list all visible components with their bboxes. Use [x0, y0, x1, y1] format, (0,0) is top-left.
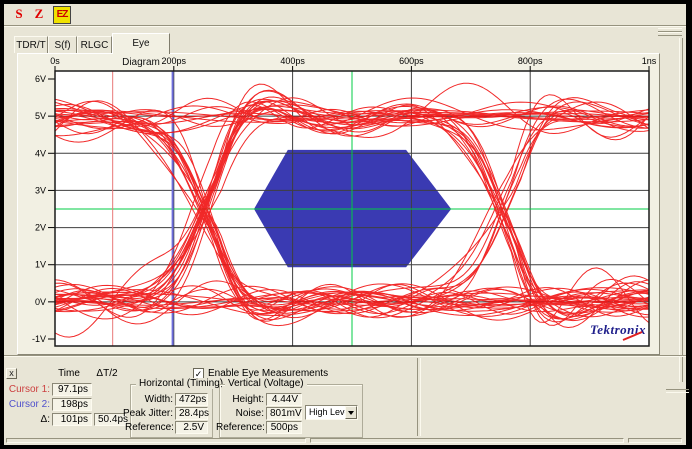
splitter-end-mark	[666, 389, 689, 393]
width-label: Width:	[132, 394, 173, 405]
tab-eye-diagram[interactable]: Eye Diagram	[112, 33, 170, 54]
svg-text:0V: 0V	[35, 297, 46, 307]
chevron-down-icon	[348, 411, 354, 415]
panel-vertical-divider	[417, 358, 421, 436]
svg-text:1ns: 1ns	[642, 56, 657, 66]
status-bar	[4, 437, 686, 445]
v-reference-label: Reference:	[216, 422, 264, 433]
svg-text:-1V: -1V	[32, 334, 46, 344]
svg-text:600ps: 600ps	[399, 56, 424, 66]
tab-tdr-t[interactable]: TDR/T	[14, 36, 48, 53]
peak-jitter-field: 28.4ps	[175, 407, 208, 420]
vertical-voltage-title: Vertical (Voltage)	[225, 378, 307, 389]
delta-label: Δ:	[8, 414, 50, 425]
height-label: Height:	[221, 394, 264, 405]
status-segment	[6, 438, 306, 443]
noise-level-dropdown[interactable]: High Level	[305, 405, 358, 420]
noise-field: 801mV	[266, 407, 302, 420]
measurement-panel-divider	[4, 355, 686, 356]
eye-z-tool-icon[interactable]: EZ	[53, 6, 71, 24]
cursor2-label: Cursor 2:	[8, 399, 50, 410]
eye-plot-svg: 0s 200ps 400ps 600ps 800ps 1ns 6V 5V 4V 3V 2V 1V 0V -…	[18, 54, 659, 354]
svg-text:800ps: 800ps	[518, 56, 543, 66]
eye-diagram-app-window: { "toolbar": { "buttons": [ { "label": "…	[0, 0, 692, 449]
svg-text:5V: 5V	[35, 111, 46, 121]
svg-text:200ps: 200ps	[162, 56, 187, 66]
horizontal-timing-title: Horizontal (Timing)	[136, 378, 226, 389]
vertical-splitter-bar[interactable]	[679, 38, 683, 382]
app-window: S Z EZ TDR/T S(f) RLGC Eye Diagram 0s 200…	[4, 4, 686, 445]
svg-text:2V: 2V	[35, 223, 46, 233]
svg-text:4V: 4V	[35, 148, 46, 158]
column-header-delta-t-half: ΔT/2	[88, 368, 126, 379]
width-field: 472ps	[175, 393, 208, 406]
noise-label: Noise:	[221, 408, 264, 419]
svg-text:400ps: 400ps	[280, 56, 305, 66]
eye-diagram-plot-panel[interactable]: 0s 200ps 400ps 600ps 800ps 1ns 6V 5V 4V 3V 2V 1V 0V -…	[17, 53, 660, 355]
tab-s-f[interactable]: S(f)	[48, 36, 77, 53]
h-reference-field: 2.5V	[175, 421, 208, 434]
peak-jitter-label: Peak Jitter:	[117, 408, 173, 419]
v-reference-field: 500ps	[266, 421, 302, 434]
dropdown-arrow-button[interactable]	[345, 406, 357, 419]
column-header-time: Time	[50, 368, 88, 379]
tab-strip: TDR/T S(f) RLGC Eye Diagram	[14, 33, 314, 54]
svg-text:6V: 6V	[35, 74, 46, 84]
close-cursor-panel-button[interactable]: x	[6, 368, 17, 379]
status-segment	[310, 438, 624, 443]
svg-text:3V: 3V	[35, 185, 46, 195]
vertical-voltage-group: Vertical (Voltage) Height: 4.44V Noise: …	[219, 384, 363, 438]
s-parameter-tool-icon[interactable]: S	[13, 6, 25, 22]
h-reference-label: Reference:	[125, 422, 173, 433]
cursor1-label: Cursor 1:	[8, 384, 50, 395]
splitter-grip-line	[658, 32, 682, 36]
cursor2-time-field: 198ps	[52, 398, 92, 411]
tab-rlgc[interactable]: RLGC	[77, 36, 112, 53]
status-segment	[628, 438, 682, 443]
z-line-tool-icon[interactable]: Z	[33, 6, 45, 22]
cursor1-time-field: 97.1ps	[52, 383, 92, 396]
horizontal-timing-group: Horizontal (Timing) Width: 472ps Peak Ji…	[130, 384, 213, 438]
delta-time-field: 101ps	[52, 413, 92, 426]
toolbar: S Z EZ	[4, 4, 686, 26]
height-field: 4.44V	[266, 393, 302, 406]
svg-text:0s: 0s	[50, 56, 60, 66]
svg-text:1V: 1V	[35, 260, 46, 270]
